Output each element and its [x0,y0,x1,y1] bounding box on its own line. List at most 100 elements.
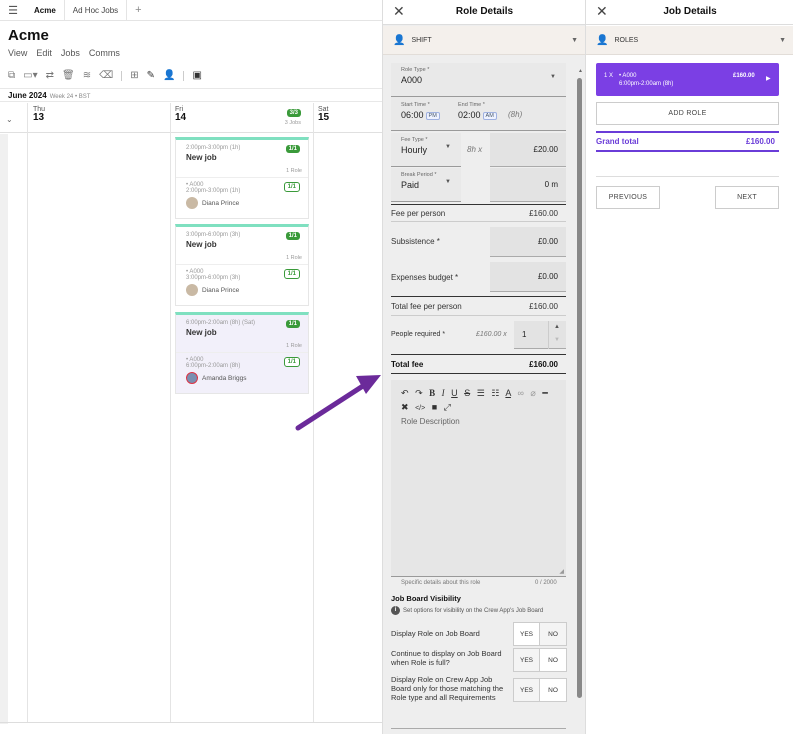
clear-format-icon[interactable]: ✖ [401,402,409,412]
grid-icon[interactable]: ⊞ [130,70,138,81]
roles-section-header[interactable]: 👤 ROLES ▼ [586,26,793,55]
video-icon[interactable]: ■ [432,402,437,412]
job-card[interactable]: 3:00pm-6:00pm (3h) New job 1/1 1 Role • … [175,224,309,306]
calendar-icon[interactable]: ▣ [192,70,201,81]
menu-comms[interactable]: Comms [89,48,120,58]
day-header-fri[interactable]: Fri 14 3/3 3 Jobs [175,106,309,126]
job-card-header[interactable]: 2:00pm-3:00pm (1h) New job 1/1 1 Role [176,140,308,178]
divider [391,204,566,205]
role-description-editor[interactable]: ↶ ↷ B I U S ☰ ☷ A ∞ ⌀ ━ ✖ </> ■ ⤢ Role D… [391,380,566,577]
tab-acme[interactable]: Acme [26,0,65,21]
display-matching-only-label: Display Role on Crew App Job Board only … [391,675,504,702]
tab-bar: ☰ Acme Ad Hoc Jobs + [0,0,382,21]
start-time-input[interactable]: 06:00 PM [401,110,440,120]
break-period-select[interactable]: Break Period * Paid ▼ [391,168,461,202]
scrollbar[interactable] [577,78,582,698]
day-headers: ⌄ Thu 13 Fri 14 3/3 3 Jobs Sat 15 [0,103,382,133]
bold-icon[interactable]: B [429,388,435,398]
link-icon[interactable]: ∞ [517,388,523,398]
day-num: 13 [33,112,45,123]
fee-type-select[interactable]: Fee Type * Hourly ▼ [391,133,461,167]
chevron-down-icon[interactable]: ▼ [779,37,786,44]
no-option[interactable]: NO [540,649,566,671]
job-time: 2:00pm-3:00pm (1h) [186,145,241,151]
tab-ad-hoc-jobs[interactable]: Ad Hoc Jobs [65,0,128,21]
no-option[interactable]: NO [540,679,566,701]
job-card-selected[interactable]: 6:00pm-2:00am (8h) (Sat) New job 1/1 1 R… [175,312,309,394]
job-card-header[interactable]: 3:00pm-6:00pm (3h) New job 1/1 1 Role [176,227,308,265]
fullscreen-icon[interactable]: ⤢ [444,402,451,412]
erase-icon[interactable]: ⌫ [99,70,113,81]
add-tab-icon[interactable]: + [127,4,149,16]
scroll-up-icon[interactable]: ▲ [578,68,583,74]
break-minutes-input[interactable]: 0 m [490,168,566,202]
end-ampm-toggle[interactable]: AM [482,112,497,120]
job-card[interactable]: 2:00pm-3:00pm (1h) New job 1/1 1 Role • … [175,137,309,219]
code-icon[interactable]: </> [415,405,425,412]
role-item[interactable]: • A000 3:00pm-6:00pm (3h) 1/1 Diana Prin… [176,265,308,305]
day-header-thu[interactable]: Thu 13 [33,106,45,123]
undo-icon[interactable]: ↶ [401,388,409,398]
total-fee-label: Total fee [391,359,424,369]
fee-rate-input[interactable]: £20.00 [490,133,566,167]
people-required-stepper[interactable]: 1 ▲ ▼ [514,321,566,349]
menu-jobs[interactable]: Jobs [61,48,80,58]
role-summary-chip[interactable]: 1 X • A000 6:00pm-2:00am (8h) £160.00 ▶ [596,63,779,96]
date-bar: June 2024 Week 24 • BST [0,88,382,102]
display-when-full-toggle[interactable]: YES NO [513,648,567,672]
decrement-icon[interactable]: ▼ [554,337,560,343]
copy-icon[interactable]: ⧉ [8,70,15,81]
expenses-input[interactable]: £0.00 [490,262,566,292]
menu-icon[interactable]: ☰ [0,4,26,17]
previous-button[interactable]: PREVIOUS [596,186,660,209]
move-icon[interactable]: ⇄ [46,70,54,81]
strikethrough-icon[interactable]: S [464,388,470,398]
resize-handle-icon[interactable]: ◢ [559,568,564,575]
next-button[interactable]: NEXT [715,186,779,209]
no-option[interactable]: NO [540,623,566,645]
yes-option[interactable]: YES [514,679,540,701]
start-time-label: Start Time * [401,102,430,108]
horizontal-rule-icon[interactable]: ━ [542,388,547,398]
add-role-button[interactable]: ADD ROLE [596,102,779,125]
end-time-input[interactable]: 02:00 AM [458,110,497,120]
underline-icon[interactable]: U [451,388,458,398]
paste-icon[interactable]: ▭▾ [23,70,37,81]
expenses-label: Expenses budget * [391,272,459,282]
italic-icon[interactable]: I [442,388,445,398]
delete-icon[interactable]: 🗑 [62,70,75,81]
menu-edit[interactable]: Edit [36,48,52,58]
assign-user-icon[interactable]: 👤 [163,70,175,81]
role-type-select[interactable]: Role Type * A000 ▼ [391,63,566,97]
increment-icon[interactable]: ▲ [554,324,560,330]
divider [391,296,566,297]
redo-icon[interactable]: ↷ [415,388,423,398]
yes-option[interactable]: YES [514,649,540,671]
menu-view[interactable]: View [8,48,27,58]
yes-option[interactable]: YES [514,623,540,645]
day-jobs-badge: 3/3 [286,109,301,117]
role-name: • A000 [619,73,637,79]
unlink-icon[interactable]: ⌀ [530,388,535,398]
shift-section-header[interactable]: 👤 SHIFT ▼ [383,26,586,55]
subsistence-input[interactable]: £0.00 [490,227,566,257]
chevron-right-icon[interactable]: ▶ [766,75,771,82]
role-item[interactable]: • A000 2:00pm-3:00pm (1h) 1/1 Diana Prin… [176,178,308,218]
chevron-down-icon[interactable]: ▼ [571,37,578,44]
pencil-icon[interactable]: ✎ [147,70,155,81]
display-on-board-toggle[interactable]: YES NO [513,622,567,646]
role-item[interactable]: • A000 6:00pm-2:00am (8h) 1/1 Amanda Bri… [176,353,308,393]
layers-icon[interactable]: ≋ [83,70,91,81]
month-label: June 2024 [8,91,47,100]
display-matching-only-toggle[interactable]: YES NO [513,678,567,702]
day-header-sat[interactable]: Sat 15 [318,106,329,123]
job-name: New job [186,153,217,162]
job-card-header[interactable]: 6:00pm-2:00am (8h) (Sat) New job 1/1 1 R… [176,315,308,353]
info-icon: i [391,606,400,615]
text-color-icon[interactable]: A [505,388,511,398]
start-ampm-toggle[interactable]: PM [425,112,440,120]
column-divider [170,103,171,723]
collapse-chevron-icon[interactable]: ⌄ [6,115,13,124]
numbered-list-icon[interactable]: ☷ [491,388,499,398]
bullet-list-icon[interactable]: ☰ [477,388,485,398]
